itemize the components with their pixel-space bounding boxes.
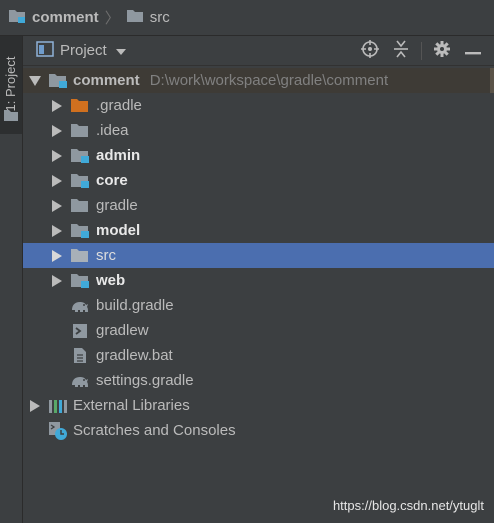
breadcrumb-item-src[interactable]: src bbox=[126, 8, 170, 28]
tree-row-dot-gradle[interactable]: .gradle bbox=[23, 93, 494, 118]
tree-row-web[interactable]: web bbox=[23, 268, 494, 293]
tree-item-label: settings.gradle bbox=[96, 372, 194, 389]
tree-item-label: core bbox=[96, 172, 128, 189]
navigation-breadcrumb: comment 〉 src bbox=[0, 0, 494, 36]
tree-item-label: build.gradle bbox=[96, 297, 174, 314]
collapsed-arrow-icon[interactable] bbox=[51, 99, 63, 112]
project-view-selector[interactable]: Project bbox=[36, 40, 126, 61]
expanded-arrow-icon[interactable] bbox=[29, 75, 41, 87]
tree-item-label: External Libraries bbox=[73, 397, 190, 414]
tree-row-root[interactable]: comment D:\work\workspace\gradle\comment bbox=[23, 68, 494, 93]
tree-row-admin[interactable]: admin bbox=[23, 143, 494, 168]
library-bars-icon bbox=[48, 396, 68, 416]
scroll-from-source-button[interactable] bbox=[359, 40, 381, 62]
module-folder-icon bbox=[70, 146, 90, 166]
tree-row-gradlew[interactable]: gradlew bbox=[23, 318, 494, 343]
tree-item-label: model bbox=[96, 222, 141, 239]
project-view-icon bbox=[36, 40, 54, 61]
tree-row-settings-gradle[interactable]: settings.gradle bbox=[23, 368, 494, 393]
module-folder-icon bbox=[70, 221, 90, 241]
module-folder-icon bbox=[48, 71, 68, 91]
project-view-label: Project bbox=[60, 42, 107, 59]
tree-item-label: web bbox=[96, 272, 126, 289]
text-file-icon bbox=[70, 346, 90, 366]
tree-row-scratches[interactable]: Scratches and Consoles bbox=[23, 418, 494, 443]
tree-item-label: .gradle bbox=[96, 97, 142, 114]
minimize-icon bbox=[465, 43, 481, 60]
tree-row-gradle[interactable]: gradle bbox=[23, 193, 494, 218]
folder-icon bbox=[70, 246, 90, 266]
folder-icon bbox=[4, 108, 18, 125]
project-tree[interactable]: comment D:\work\workspace\gradle\comment … bbox=[23, 66, 494, 523]
tree-row-core[interactable]: core bbox=[23, 168, 494, 193]
tree-item-label: admin bbox=[96, 147, 141, 164]
breadcrumb-separator-icon: 〉 bbox=[104, 10, 120, 27]
tree-item-label: gradlew bbox=[96, 322, 149, 339]
breadcrumb-item-comment[interactable]: comment bbox=[8, 8, 99, 28]
collapse-all-icon bbox=[393, 40, 409, 62]
toolbar-separator bbox=[421, 42, 422, 60]
gradle-elephant-icon bbox=[70, 371, 90, 391]
shell-script-icon bbox=[70, 321, 90, 341]
chevron-down-icon bbox=[115, 42, 126, 59]
crosshair-icon bbox=[361, 40, 379, 62]
tree-item-label: Scratches and Consoles bbox=[73, 422, 236, 439]
breadcrumb-label: src bbox=[149, 9, 170, 26]
tree-row-src[interactable]: src bbox=[23, 243, 494, 268]
collapsed-arrow-icon[interactable] bbox=[51, 149, 63, 162]
tree-row-build-gradle[interactable]: build.gradle bbox=[23, 293, 494, 318]
module-folder-icon bbox=[70, 271, 90, 291]
project-tool-tab[interactable]: 1: Project bbox=[0, 36, 22, 134]
tree-item-label: src bbox=[96, 247, 116, 264]
tree-row-idea[interactable]: .idea bbox=[23, 118, 494, 143]
module-path: D:\work\workspace\gradle\comment bbox=[149, 72, 389, 89]
left-tool-stripe: 1: Project bbox=[0, 36, 23, 523]
scratches-clock-icon bbox=[48, 421, 68, 441]
tree-row-gradlew-bat[interactable]: gradlew.bat bbox=[23, 343, 494, 368]
collapsed-arrow-icon[interactable] bbox=[51, 249, 63, 262]
tree-item-label: gradlew.bat bbox=[96, 347, 173, 364]
folder-icon bbox=[70, 121, 90, 141]
tree-item-label: gradle bbox=[96, 197, 138, 214]
collapsed-arrow-icon[interactable] bbox=[51, 174, 63, 187]
toolwindow-actions bbox=[350, 36, 484, 66]
gear-icon bbox=[433, 40, 451, 62]
collapsed-arrow-icon[interactable] bbox=[51, 274, 63, 287]
breadcrumb-label: comment bbox=[32, 9, 99, 26]
folder-icon bbox=[70, 196, 90, 216]
hide-button[interactable] bbox=[462, 40, 484, 62]
settings-button[interactable] bbox=[431, 40, 453, 62]
module-folder-icon bbox=[70, 171, 90, 191]
watermark-text: https://blog.csdn.net/ytuglt bbox=[332, 498, 484, 513]
folder-icon bbox=[126, 8, 144, 28]
tree-item-label: comment D:\work\workspace\gradle\comment bbox=[73, 72, 389, 89]
tree-row-external-libraries[interactable]: External Libraries bbox=[23, 393, 494, 418]
tree-row-model[interactable]: model bbox=[23, 218, 494, 243]
tree-item-label: .idea bbox=[96, 122, 129, 139]
collapsed-arrow-icon[interactable] bbox=[29, 399, 41, 412]
gradle-elephant-icon bbox=[70, 296, 90, 316]
collapse-all-button[interactable] bbox=[390, 40, 412, 62]
collapsed-arrow-icon[interactable] bbox=[51, 199, 63, 212]
module-folder-icon bbox=[8, 8, 26, 28]
excluded-folder-icon bbox=[70, 96, 90, 116]
collapsed-arrow-icon[interactable] bbox=[51, 224, 63, 237]
collapsed-arrow-icon[interactable] bbox=[51, 124, 63, 137]
project-toolwindow-header: Project bbox=[23, 36, 494, 66]
